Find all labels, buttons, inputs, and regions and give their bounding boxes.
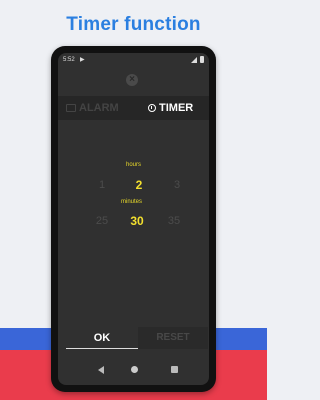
app-screen: 5:52 ▶ × ALARM TIMER hours 1 2 3 minutes… — [58, 53, 209, 385]
headline: Timer function — [66, 14, 201, 35]
recent-apps-icon[interactable] — [171, 366, 178, 373]
alarm-icon — [66, 104, 76, 112]
minutes-label: minutes — [121, 199, 143, 205]
minutes-selected[interactable]: 30 — [127, 214, 147, 228]
hours-label: hours — [126, 162, 142, 168]
tab-alarm-label: ALARM — [79, 102, 119, 114]
status-indicators — [191, 56, 204, 63]
hours-next[interactable]: 3 — [167, 179, 187, 191]
back-icon[interactable] — [98, 366, 104, 374]
minutes-next[interactable]: 35 — [164, 215, 184, 227]
tab-timer[interactable]: TIMER — [148, 96, 193, 120]
tab-alarm[interactable]: ALARM — [66, 96, 119, 120]
timer-icon — [148, 104, 156, 112]
tab-timer-label: TIMER — [159, 102, 194, 114]
phone-frame: 5:52 ▶ × ALARM TIMER hours 1 2 3 minutes… — [51, 46, 216, 392]
media-play-icon: ▶ — [80, 57, 85, 63]
battery-icon — [200, 56, 204, 63]
mode-tabs: ALARM TIMER — [58, 96, 209, 120]
hours-prev[interactable]: 1 — [92, 179, 112, 191]
status-time: 5:52 — [63, 57, 75, 63]
signal-icon — [191, 56, 197, 63]
minutes-prev[interactable]: 25 — [92, 215, 112, 227]
ok-button[interactable]: OK — [66, 327, 138, 349]
reset-button[interactable]: RESET — [138, 327, 208, 349]
hours-selected[interactable]: 2 — [129, 178, 149, 192]
close-icon[interactable]: × — [126, 74, 138, 86]
system-nav-bar — [58, 356, 209, 385]
status-bar: 5:52 ▶ — [58, 53, 209, 67]
home-icon[interactable] — [131, 366, 138, 373]
